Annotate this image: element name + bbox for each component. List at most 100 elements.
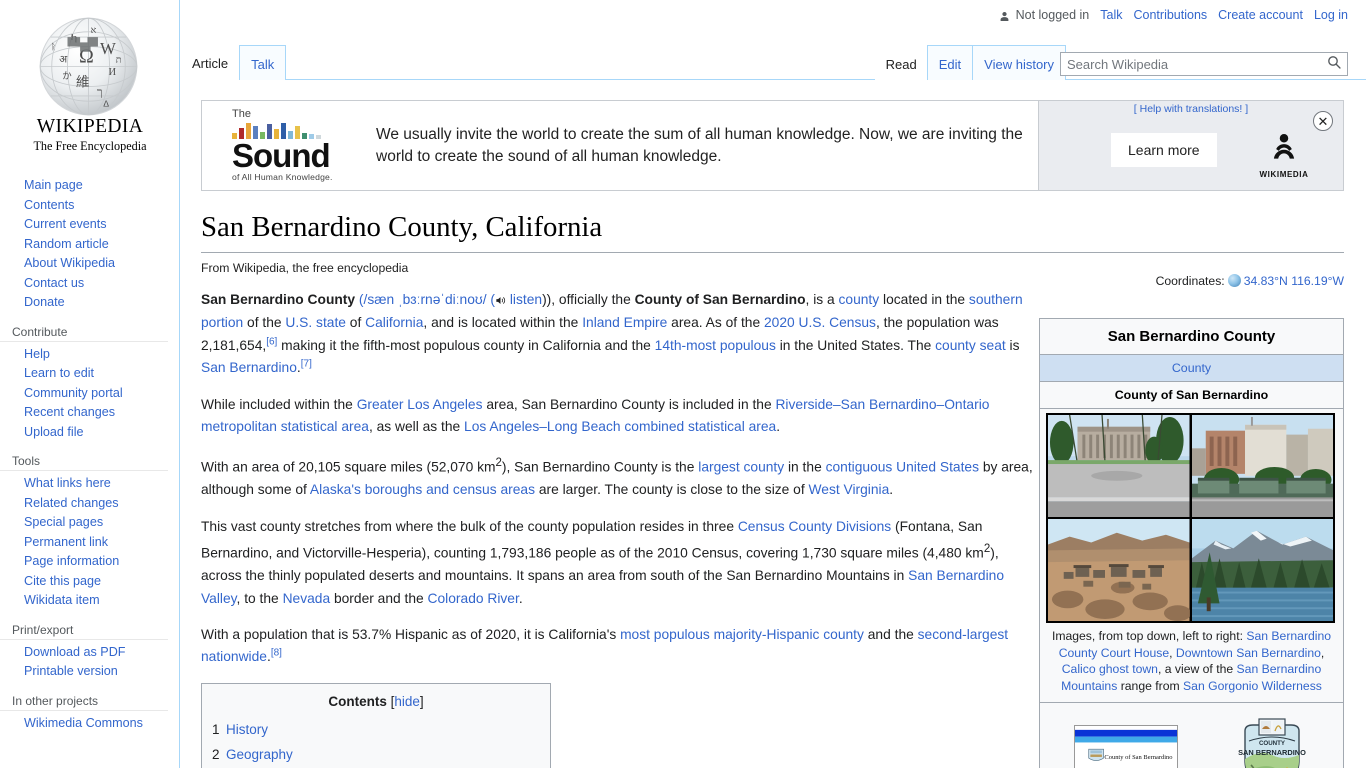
sidebar-link-upload-file[interactable]: Upload file xyxy=(0,423,179,443)
sidebar-link-download-as-pdf[interactable]: Download as PDF xyxy=(0,643,179,663)
close-icon[interactable]: ✕ xyxy=(1313,111,1333,131)
sidebar-link-page-information[interactable]: Page information xyxy=(0,552,179,572)
learn-more-button[interactable]: Learn more xyxy=(1111,133,1217,167)
link-2020-census[interactable]: 2020 U.S. Census xyxy=(764,315,876,330)
tab-read[interactable]: Read xyxy=(874,45,928,80)
sidebar-link-learn-to-edit[interactable]: Learn to edit xyxy=(0,364,179,384)
toc-hide-link[interactable]: hide xyxy=(394,694,420,709)
link-greater-los-angeles[interactable]: Greater Los Angeles xyxy=(357,397,483,412)
sidebar-item-recent-changes[interactable]: Recent changes xyxy=(0,403,179,423)
link-county-seat[interactable]: county seat xyxy=(935,338,1006,353)
link-nevada[interactable]: Nevada xyxy=(283,591,331,606)
help-with-translations[interactable]: [ Help with translations! ] xyxy=(1039,103,1343,115)
sidebar-item-permanent-link[interactable]: Permanent link xyxy=(0,533,179,553)
personal-link-create-account[interactable]: Create account xyxy=(1218,8,1303,22)
personal-link-login[interactable]: Log in xyxy=(1314,8,1348,22)
sidebar-link-what-links-here[interactable]: What links here xyxy=(0,474,179,494)
sidebar-item-current-events[interactable]: Current events xyxy=(0,215,179,235)
link-county[interactable]: county xyxy=(839,292,880,307)
link-largest-county[interactable]: largest county xyxy=(698,460,784,475)
sidebar-link-donate[interactable]: Donate xyxy=(0,293,179,313)
sidebar-item-learn-to-edit[interactable]: Learn to edit xyxy=(0,364,179,384)
link-most-populous-hispanic[interactable]: most populous majority-Hispanic county xyxy=(620,627,864,642)
personal-link-contributions[interactable]: Contributions xyxy=(1134,8,1208,22)
link-west-virginia[interactable]: West Virginia xyxy=(809,482,890,497)
help-with-translations-link[interactable]: [ Help with translations! ] xyxy=(1134,103,1248,115)
sidebar-link-recent-changes[interactable]: Recent changes xyxy=(0,403,179,423)
sidebar-item-contents[interactable]: Contents xyxy=(0,196,179,216)
tab-talk[interactable]: Talk xyxy=(239,45,287,80)
toc-entry-geography[interactable]: 2 Geography xyxy=(212,744,540,766)
search-button[interactable] xyxy=(1321,53,1347,75)
wikipedia-logo-block[interactable]: Ω W ካ अ И 維 ך か ת א ᚱ ᐃ WIKIPEDIA The xyxy=(0,0,180,160)
listen-link[interactable]: listen xyxy=(510,292,542,307)
tab-edit[interactable]: Edit xyxy=(926,45,974,80)
toc-toggle[interactable]: [hide] xyxy=(391,694,424,709)
sidebar-link-community-portal[interactable]: Community portal xyxy=(0,384,179,404)
sidebar-link-wikimedia-commons[interactable]: Wikimedia Commons xyxy=(0,714,179,734)
sidebar-link-main-page[interactable]: Main page xyxy=(0,176,179,196)
sidebar-link-permanent-link[interactable]: Permanent link xyxy=(0,533,179,553)
infobox-type[interactable]: County xyxy=(1040,354,1343,382)
sidebar-item-page-information[interactable]: Page information xyxy=(0,552,179,572)
infobox-type-link[interactable]: County xyxy=(1172,361,1211,375)
sidebar-item-cite-this-page[interactable]: Cite this page xyxy=(0,572,179,592)
caption-link-san-gorgonio[interactable]: San Gorgonio Wilderness xyxy=(1183,679,1322,693)
toc-entry-history[interactable]: 1 History xyxy=(212,719,540,741)
sidebar-item-wikimedia-commons[interactable]: Wikimedia Commons xyxy=(0,714,179,734)
link-colorado-river[interactable]: Colorado River xyxy=(428,591,519,606)
link-inland-empire[interactable]: Inland Empire xyxy=(582,315,667,330)
link-14th-most-populous[interactable]: 14th-most populous xyxy=(655,338,776,353)
sidebar-item-donate[interactable]: Donate xyxy=(0,293,179,313)
sidebar-item-related-changes[interactable]: Related changes xyxy=(0,494,179,514)
reference-7[interactable]: [7] xyxy=(301,359,312,370)
coordinates-value[interactable]: 34.83°N 116.19°W xyxy=(1244,274,1344,288)
caption-link-downtown[interactable]: Downtown San Bernardino xyxy=(1176,646,1321,660)
sidebar-item-upload-file[interactable]: Upload file xyxy=(0,423,179,443)
county-seal-image[interactable]: COUNTY SAN BERNARDINO xyxy=(1235,715,1309,768)
sidebar-link-random-article[interactable]: Random article xyxy=(0,235,179,255)
sidebar-link-help[interactable]: Help xyxy=(0,345,179,365)
county-flag-image[interactable]: County of San Bernardino xyxy=(1074,725,1179,768)
sidebar-link-contents[interactable]: Contents xyxy=(0,196,179,216)
sidebar-item-about-wikipedia[interactable]: About Wikipedia xyxy=(0,254,179,274)
reference-8-link[interactable]: [8] xyxy=(271,648,282,659)
coordinates[interactable]: Coordinates: 34.83°N 116.19°W xyxy=(1156,272,1344,288)
sidebar-item-contact-us[interactable]: Contact us xyxy=(0,274,179,294)
reference-6-link[interactable]: [6] xyxy=(266,336,277,347)
personal-link-talk[interactable]: Talk xyxy=(1100,8,1122,22)
toc-link-history[interactable]: History xyxy=(226,722,268,737)
reference-7-link[interactable]: [7] xyxy=(301,359,312,370)
sidebar-item-what-links-here[interactable]: What links here xyxy=(0,474,179,494)
reference-8[interactable]: [8] xyxy=(271,648,282,659)
link-la-long-beach-csa[interactable]: Los Angeles–Long Beach combined statisti… xyxy=(464,419,776,434)
sidebar-item-help[interactable]: Help xyxy=(0,345,179,365)
link-california[interactable]: California xyxy=(365,315,423,330)
sidebar-link-related-changes[interactable]: Related changes xyxy=(0,494,179,514)
sidebar-link-cite-this-page[interactable]: Cite this page xyxy=(0,572,179,592)
sidebar-link-current-events[interactable]: Current events xyxy=(0,215,179,235)
sidebar-item-printable-version[interactable]: Printable version xyxy=(0,662,179,682)
link-contiguous-us[interactable]: contiguous United States xyxy=(826,460,979,475)
sidebar-link-wikidata-item[interactable]: Wikidata item xyxy=(0,591,179,611)
sidebar-item-main-page[interactable]: Main page xyxy=(0,176,179,196)
search-container[interactable] xyxy=(1060,52,1348,76)
sidebar-link-special-pages[interactable]: Special pages xyxy=(0,513,179,533)
sidebar-item-community-portal[interactable]: Community portal xyxy=(0,384,179,404)
link-san-bernardino[interactable]: San Bernardino xyxy=(201,360,297,375)
toc-link-geography[interactable]: Geography xyxy=(226,747,293,762)
sidebar-link-printable-version[interactable]: Printable version xyxy=(0,662,179,682)
sidebar-item-special-pages[interactable]: Special pages xyxy=(0,513,179,533)
reference-6[interactable]: [6] xyxy=(266,336,277,347)
tab-article[interactable]: Article xyxy=(181,45,241,80)
link-alaska-boroughs[interactable]: Alaska's boroughs and census areas xyxy=(310,482,535,497)
sidebar-item-random-article[interactable]: Random article xyxy=(0,235,179,255)
tab-view-history[interactable]: View history xyxy=(972,45,1066,80)
search-input[interactable] xyxy=(1061,53,1321,75)
sidebar-item-download-as-pdf[interactable]: Download as PDF xyxy=(0,643,179,663)
sidebar-link-contact-us[interactable]: Contact us xyxy=(0,274,179,294)
link-census-county-divisions[interactable]: Census County Divisions xyxy=(738,519,891,534)
sidebar-link-about-wikipedia[interactable]: About Wikipedia xyxy=(0,254,179,274)
link-us-state[interactable]: U.S. state xyxy=(285,315,346,330)
caption-link-calico[interactable]: Calico ghost town xyxy=(1062,662,1158,676)
